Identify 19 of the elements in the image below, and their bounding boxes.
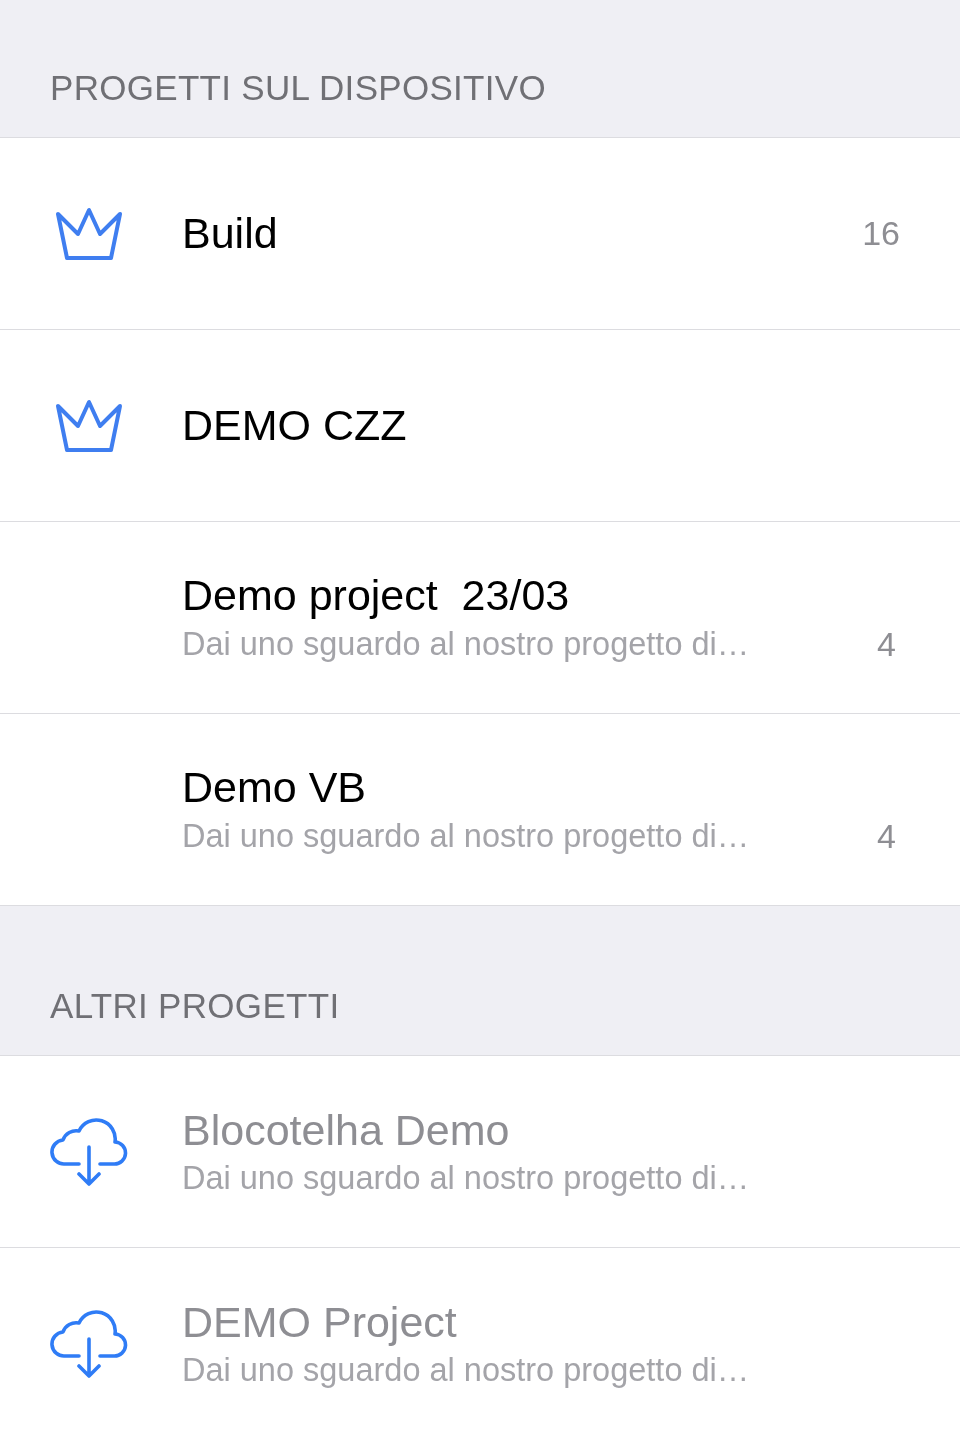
- cloud-download-icon: [50, 1115, 128, 1188]
- project-title: Demo VB: [182, 762, 366, 812]
- item-count: 4: [876, 625, 896, 665]
- section-header: ALTRI PROGETTI: [50, 986, 340, 1025]
- section-header: PROGETTI SUL DISPOSITIVO: [50, 68, 546, 107]
- project-title: Blocotelha Demo: [182, 1105, 510, 1154]
- crown-icon: [55, 206, 123, 261]
- project-description: Dai uno sguardo al nostro progetto di…: [182, 817, 750, 856]
- project-title: DEMO CZZ: [182, 401, 407, 450]
- item-count: 4: [876, 817, 896, 857]
- project-description: Dai uno sguardo al nostro progetto di…: [182, 625, 750, 664]
- project-title: Build: [182, 209, 278, 258]
- cloud-download-icon: [50, 1307, 128, 1380]
- project-title: Demo project 23/03: [182, 570, 570, 620]
- item-count: 16: [861, 213, 900, 254]
- crown-icon: [55, 398, 123, 453]
- project-description: Dai uno sguardo al nostro progetto di…: [182, 1351, 750, 1390]
- project-description: Dai uno sguardo al nostro progetto di…: [182, 1159, 750, 1198]
- project-title: DEMO Project: [182, 1297, 457, 1346]
